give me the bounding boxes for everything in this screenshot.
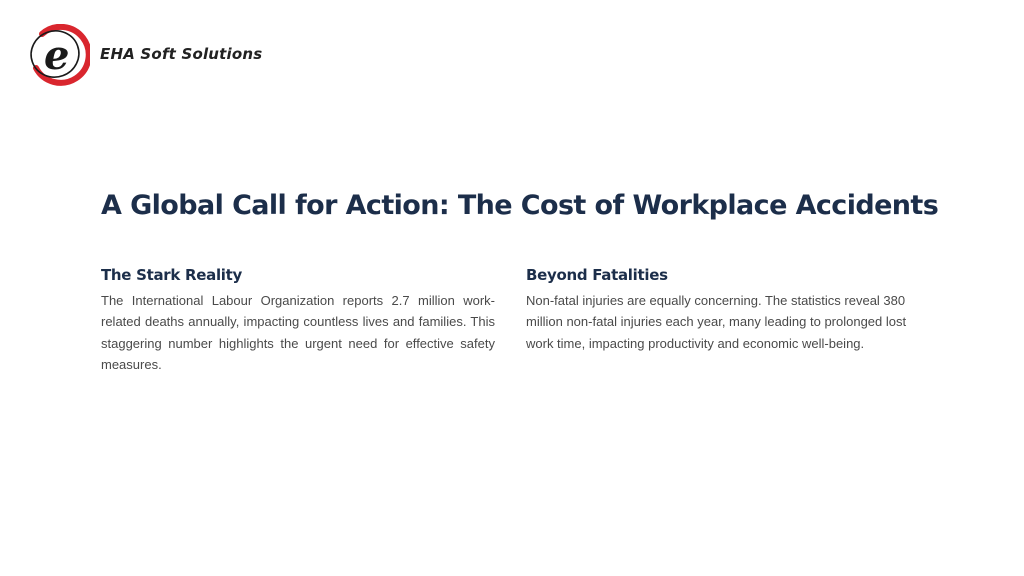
eha-logo-icon: e	[30, 24, 90, 86]
section-heading: Beyond Fatalities	[526, 266, 668, 284]
section-body: The International Labour Organization re…	[101, 293, 495, 372]
brand-name: EHA Soft Solutions	[100, 45, 263, 63]
brand-logo: e EHA Soft Solutions	[24, 24, 262, 90]
section-stark-reality: The Stark Reality The International Labo…	[101, 264, 495, 375]
section-body: Non-fatal injuries are equally concernin…	[526, 293, 907, 351]
logo-letter: e	[44, 32, 69, 79]
page-title: A Global Call for Action: The Cost of Wo…	[101, 190, 939, 221]
section-heading: The Stark Reality	[101, 266, 242, 284]
section-beyond-fatalities: Beyond Fatalities Non-fatal injuries are…	[526, 264, 920, 354]
